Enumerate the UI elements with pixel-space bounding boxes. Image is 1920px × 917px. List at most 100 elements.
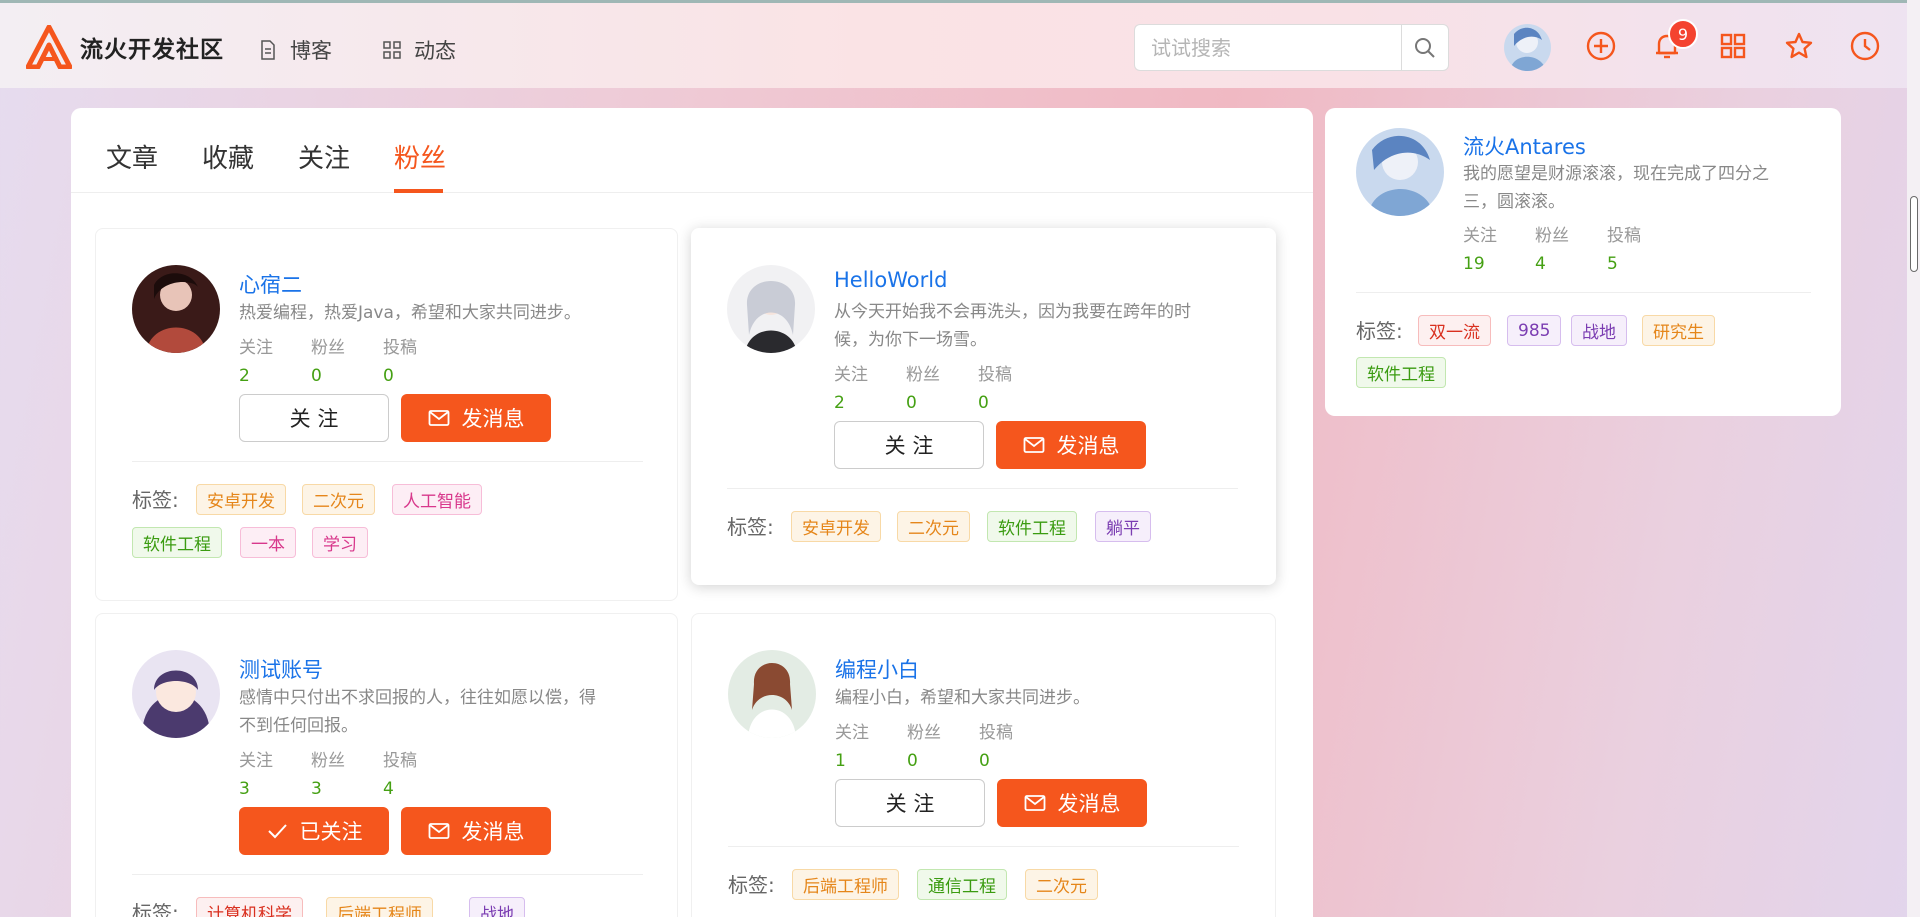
apps-grid-icon <box>1720 33 1746 59</box>
following-stat: 关注 2 <box>239 333 273 386</box>
message-button[interactable]: 发消息 <box>401 807 551 855</box>
tags-label: 标签: <box>728 873 775 897</box>
fan-avatar[interactable] <box>132 265 220 353</box>
tag[interactable]: 研究生 <box>1642 315 1715 346</box>
star-icon <box>1785 32 1813 59</box>
nav-feed[interactable]: 动态 <box>382 35 456 65</box>
tag[interactable]: 软件工程 <box>1356 357 1446 388</box>
site-logo[interactable]: 流火开发社区 <box>26 25 224 69</box>
fans-label: 粉丝 <box>1535 226 1569 246</box>
fan-avatar[interactable] <box>132 650 220 738</box>
check-icon <box>267 824 287 839</box>
site-name: 流火开发社区 <box>80 37 224 63</box>
tag[interactable]: 安卓开发 <box>791 511 881 542</box>
tag[interactable]: 二次元 <box>897 511 970 542</box>
tags-label: 标签: <box>132 901 179 917</box>
tab-fans[interactable]: 粉丝 <box>394 138 446 175</box>
tag[interactable]: 985 <box>1507 315 1562 346</box>
tag[interactable]: 二次元 <box>1025 869 1098 900</box>
fan-avatar[interactable] <box>727 265 815 353</box>
avatar-image <box>728 650 816 738</box>
posts-stat: 投稿 0 <box>978 360 1012 413</box>
fan-description: 从今天开始我不会再洗头，因为我要在跨年的时候，为你下一场雪。 <box>834 302 1191 350</box>
nav-blog[interactable]: 博客 <box>258 35 332 65</box>
tag[interactable]: 学习 <box>312 527 368 558</box>
tag[interactable]: 双一流 <box>1418 315 1491 346</box>
fan-username[interactable]: 编程小白 <box>835 654 919 684</box>
tag[interactable]: 后端工程师 <box>792 869 899 900</box>
posts-label: 投稿 <box>383 338 417 358</box>
follow-button[interactable]: 关 注 <box>239 394 389 442</box>
favorites-button[interactable] <box>1782 29 1816 63</box>
search-input[interactable] <box>1134 24 1401 71</box>
nav-feed-label: 动态 <box>414 39 456 63</box>
tags-label: 标签: <box>132 488 179 512</box>
avatar-image <box>1504 24 1551 71</box>
message-button[interactable]: 发消息 <box>997 779 1147 827</box>
followed-button[interactable]: 已关注 <box>239 807 389 855</box>
notification-badge: 9 <box>1668 19 1698 49</box>
tag[interactable]: 软件工程 <box>987 511 1077 542</box>
mail-icon <box>428 410 449 426</box>
message-button-label: 发消息 <box>1056 434 1120 458</box>
history-button[interactable] <box>1848 29 1882 63</box>
tag[interactable]: 战地 <box>469 897 525 917</box>
profile-divider <box>1356 292 1811 293</box>
mail-icon <box>1024 795 1045 811</box>
tag[interactable]: 通信工程 <box>917 869 1007 900</box>
active-tab-indicator <box>394 189 443 193</box>
posts-label: 投稿 <box>979 723 1013 743</box>
profile-username[interactable]: 流火Antares <box>1463 131 1586 161</box>
posts-label: 投稿 <box>1607 226 1641 246</box>
follow-button[interactable]: 关 注 <box>835 779 985 827</box>
tab-following[interactable]: 关注 <box>298 138 350 175</box>
top-navigation-bar: 流火开发社区 博客 动态 试试搜索 9 <box>0 0 1920 88</box>
tag[interactable]: 战地 <box>1571 315 1627 346</box>
main-panel: 文章 收藏 关注 粉丝 心宿二 热爱编程，热爱Java，希望和大家共同进步。 关… <box>71 108 1313 917</box>
fan-card: 心宿二 热爱编程，热爱Java，希望和大家共同进步。 关注 2 粉丝 0 投稿 … <box>95 228 678 601</box>
tag[interactable]: 软件工程 <box>132 527 222 558</box>
message-button[interactable]: 发消息 <box>401 394 551 442</box>
fans-label: 粉丝 <box>311 338 345 358</box>
tab-favorites[interactable]: 收藏 <box>202 138 254 175</box>
card-divider <box>132 874 643 875</box>
fans-stat: 粉丝 0 <box>311 333 345 386</box>
following-count: 2 <box>834 393 845 413</box>
fan-description: 热爱编程，热爱Java，希望和大家共同进步。 <box>239 303 581 323</box>
page-scrollbar[interactable] <box>1907 0 1920 917</box>
following-stat: 关注 3 <box>239 746 273 799</box>
profile-avatar[interactable] <box>1356 128 1444 216</box>
apps-button[interactable] <box>1716 29 1750 63</box>
tag[interactable]: 人工智能 <box>392 484 482 515</box>
document-icon <box>261 40 275 60</box>
avatar-image <box>132 265 220 353</box>
fans-stat: 粉丝 3 <box>311 746 345 799</box>
tag[interactable]: 后端工程师 <box>326 897 433 917</box>
tag[interactable]: 二次元 <box>302 484 375 515</box>
following-label: 关注 <box>834 365 868 385</box>
user-avatar[interactable] <box>1504 24 1551 71</box>
fan-card: HelloWorld 从今天开始我不会再洗头，因为我要在跨年的时候，为你下一场雪… <box>691 228 1276 585</box>
search-button[interactable] <box>1401 24 1449 71</box>
fan-username[interactable]: 心宿二 <box>239 269 302 299</box>
fan-avatar[interactable] <box>728 650 816 738</box>
posts-stat: 投稿 0 <box>383 333 417 386</box>
tag[interactable]: 安卓开发 <box>196 484 286 515</box>
posts-stat: 投稿 5 <box>1607 221 1641 274</box>
follow-button-label: 关 注 <box>884 434 934 458</box>
tag[interactable]: 计算机科学 <box>196 897 303 917</box>
tab-articles[interactable]: 文章 <box>106 138 158 175</box>
scrollbar-thumb[interactable] <box>1910 196 1918 272</box>
posts-count: 0 <box>979 751 990 771</box>
fan-username[interactable]: 测试账号 <box>239 654 323 684</box>
fan-username[interactable]: HelloWorld <box>834 268 947 292</box>
follow-button[interactable]: 关 注 <box>834 421 984 469</box>
message-button[interactable]: 发消息 <box>996 421 1146 469</box>
avatar-image <box>1356 128 1444 216</box>
logo-icon <box>26 25 72 69</box>
following-count: 19 <box>1463 254 1485 274</box>
tag[interactable]: 躺平 <box>1095 511 1151 542</box>
posts-stat: 投稿 0 <box>979 718 1013 771</box>
tag[interactable]: 一本 <box>240 527 296 558</box>
create-button[interactable] <box>1584 29 1618 63</box>
